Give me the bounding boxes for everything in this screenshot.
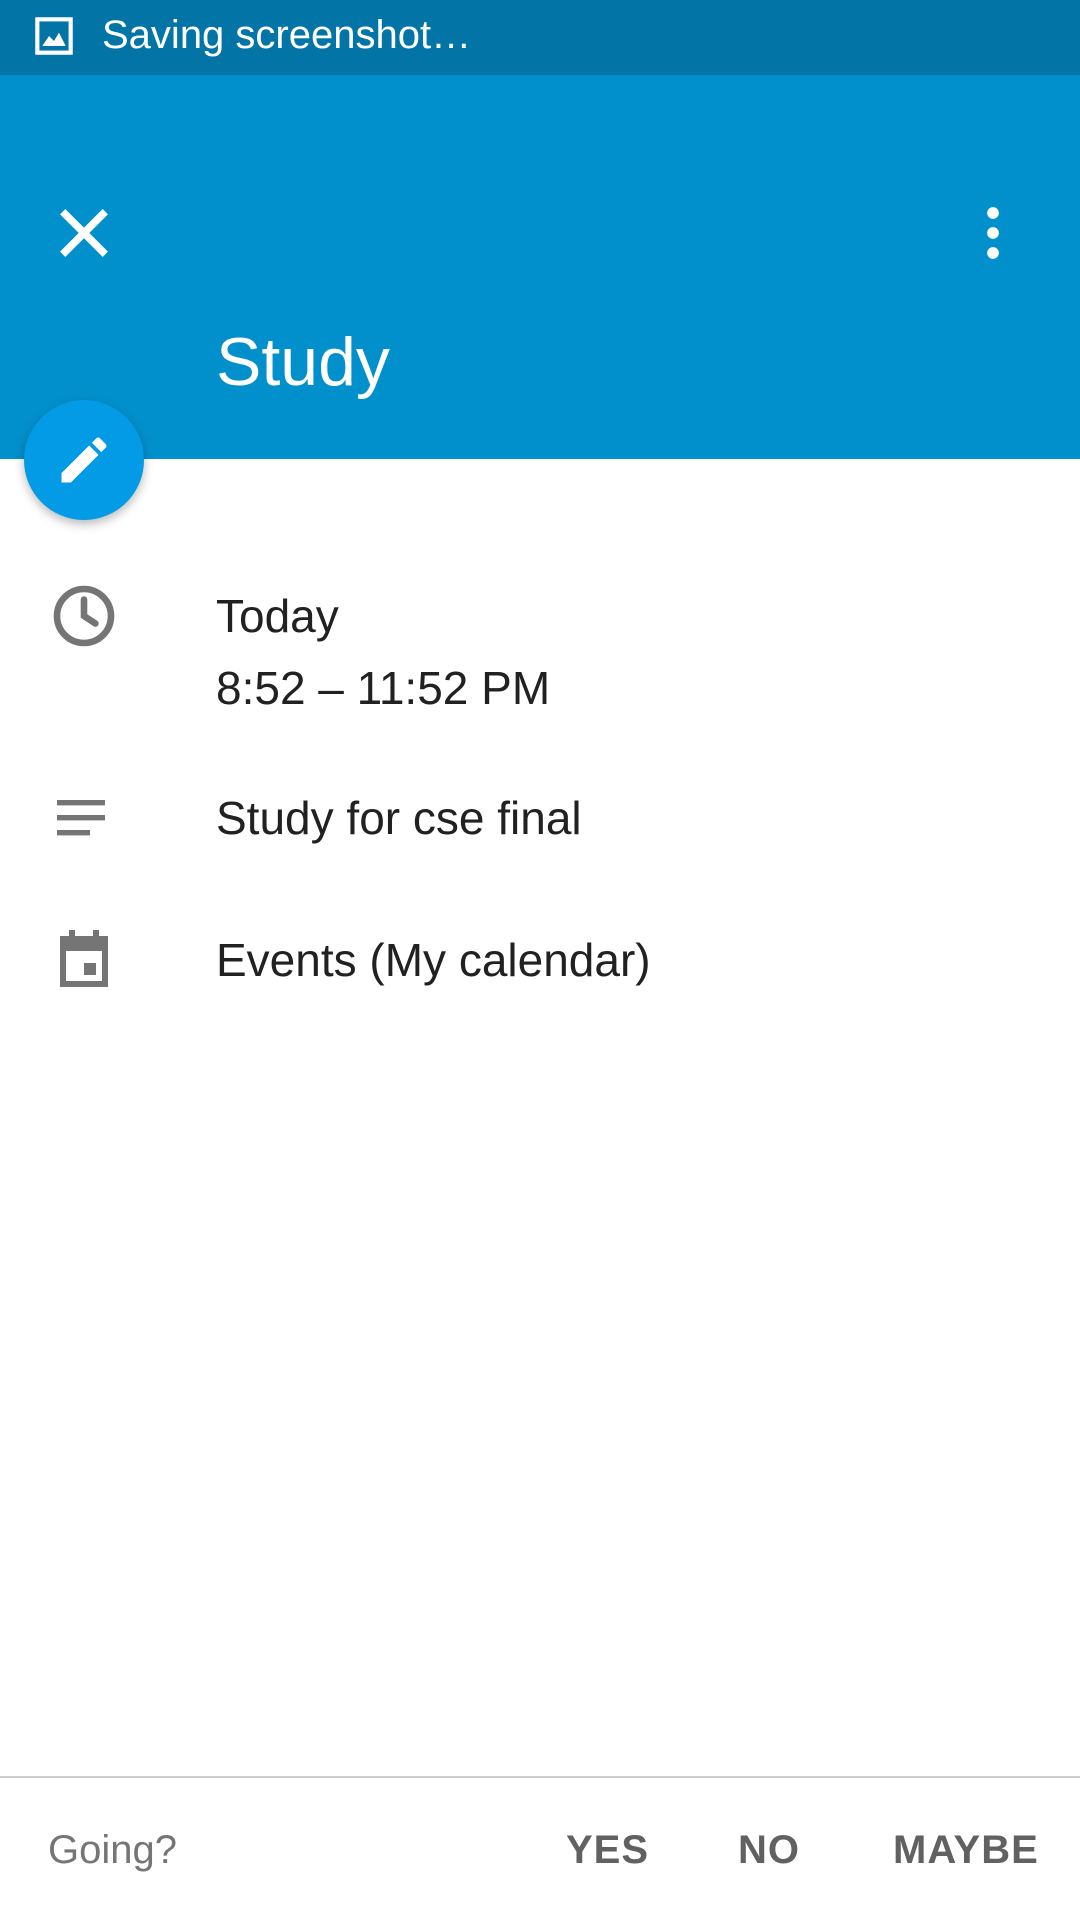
screenshot-image-icon — [35, 17, 73, 55]
clock-icon — [53, 585, 115, 647]
edit-event-button[interactable] — [24, 400, 144, 520]
going-prompt: Going? — [48, 1828, 177, 1872]
notes-icon — [57, 800, 105, 836]
pencil-icon — [61, 437, 107, 483]
app-bar — [0, 75, 1080, 459]
status-text: Saving screenshot… — [102, 13, 472, 57]
event-time: 8:52 – 11:52 PM — [216, 662, 551, 714]
event-calendar: Events (My calendar) — [216, 934, 651, 986]
event-description: Study for cse final — [216, 792, 582, 844]
rsvp-no-button[interactable]: NO — [738, 1828, 800, 1873]
calendar-icon — [60, 930, 108, 987]
rsvp-yes-button[interactable]: YES — [566, 1828, 649, 1873]
rsvp-maybe-button[interactable]: MAYBE — [893, 1828, 1039, 1873]
event-date: Today — [216, 590, 339, 642]
close-icon[interactable] — [52, 201, 116, 265]
status-bar: Saving screenshot… — [0, 0, 1080, 75]
event-title: Study — [216, 324, 390, 400]
rsvp-bar: Going? YES NO MAYBE — [0, 1778, 1080, 1920]
more-vert-icon[interactable] — [968, 201, 1018, 265]
